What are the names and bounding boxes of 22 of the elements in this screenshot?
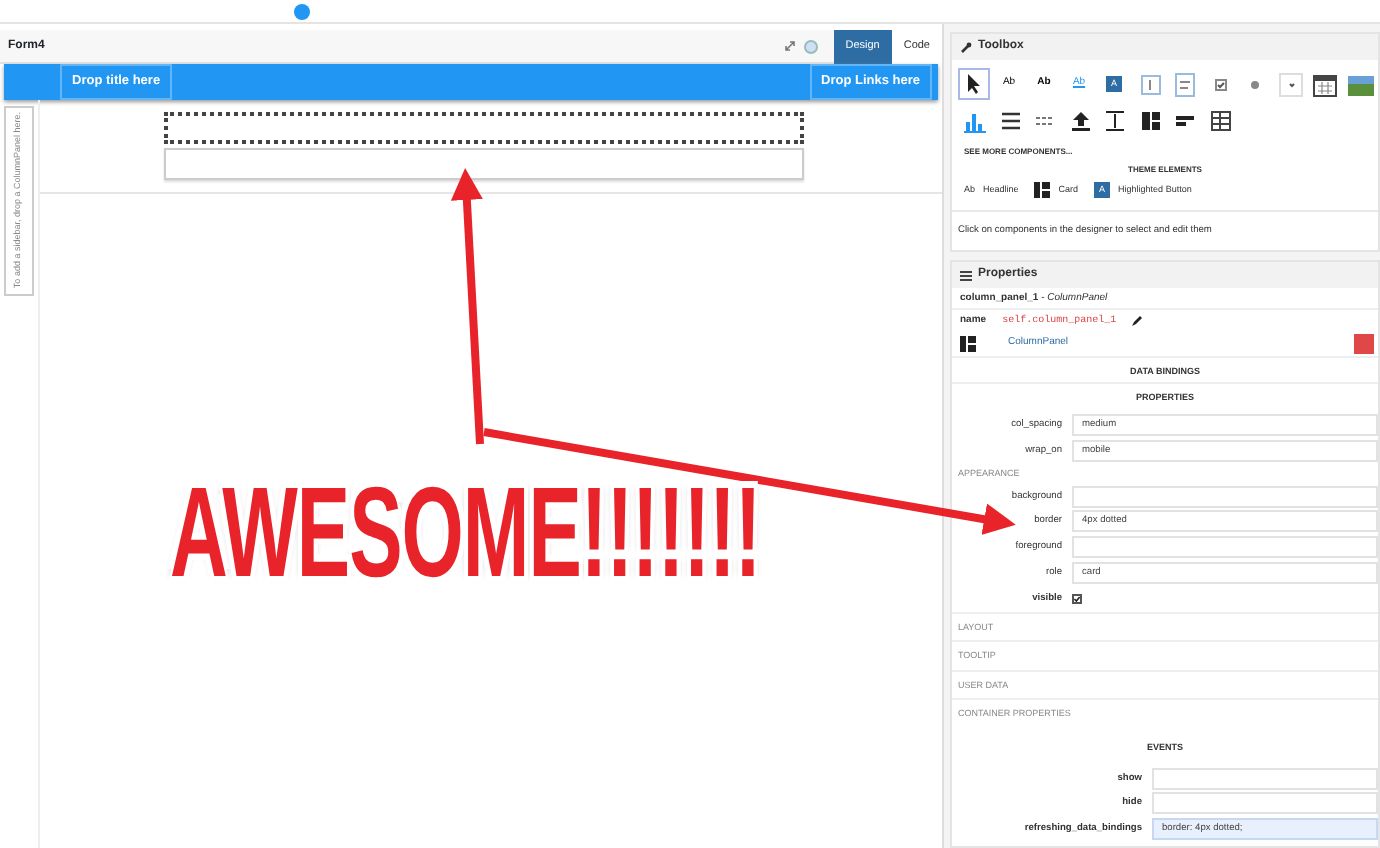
checkbox[interactable] bbox=[1072, 593, 1082, 604]
dropdown-icon bbox=[1275, 69, 1303, 99]
annotation-text: AWESOME!!!!!!! bbox=[170, 486, 761, 582]
columns-icon bbox=[1034, 182, 1051, 198]
grid-icon bbox=[1205, 105, 1233, 135]
toolbox-item[interactable] bbox=[958, 68, 990, 100]
event-field[interactable] bbox=[1152, 767, 1378, 790]
columns-icon bbox=[960, 336, 976, 353]
property-field[interactable] bbox=[1072, 485, 1378, 508]
list-icon bbox=[960, 269, 972, 282]
spacer-icon bbox=[1100, 105, 1128, 135]
textbox-icon bbox=[1135, 69, 1163, 99]
event-field[interactable] bbox=[1152, 792, 1378, 815]
property-field[interactable] bbox=[1072, 536, 1378, 559]
column-panel[interactable] bbox=[164, 112, 804, 144]
logo-icon bbox=[294, 3, 310, 19]
wrench-icon bbox=[960, 41, 972, 53]
expand-icon[interactable] bbox=[783, 40, 796, 52]
calendar-icon bbox=[1310, 69, 1338, 99]
textarea-icon bbox=[1170, 69, 1198, 99]
pencil-icon[interactable] bbox=[1132, 316, 1143, 327]
delete-button[interactable] bbox=[1354, 334, 1374, 355]
